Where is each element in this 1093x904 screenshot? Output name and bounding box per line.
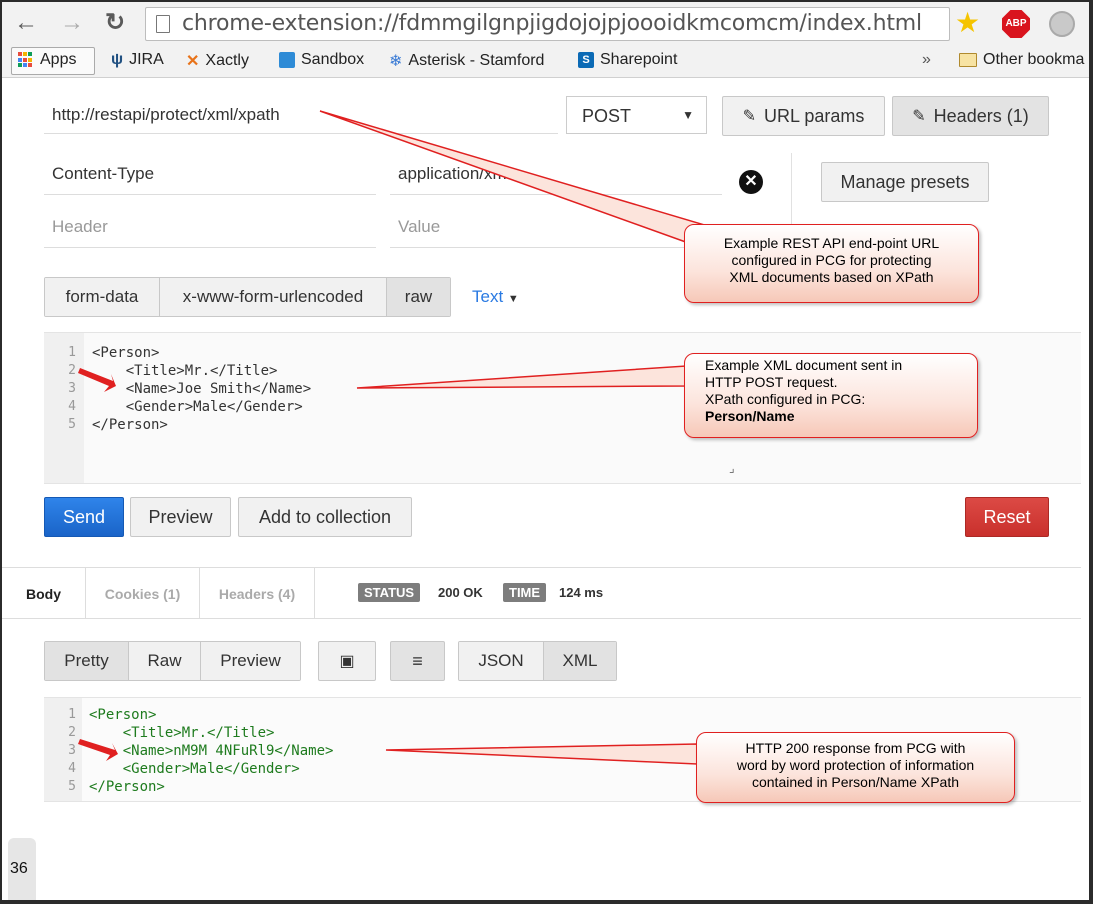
url-callout-pointer: [319, 110, 709, 252]
response-callout: HTTP 200 response from PCG with word by …: [696, 732, 1015, 803]
callout-line-bold: Person/Name: [705, 408, 795, 424]
callout-line: HTTP 200 response from PCG with: [745, 740, 966, 756]
callout-line: Example XML document sent in: [705, 357, 903, 373]
callout-line: configured in PCG for protecting: [731, 252, 932, 268]
callout-line: XPath configured in PCG:: [705, 391, 866, 407]
callout-line: word by word protection of information: [736, 757, 975, 773]
url-callout: Example REST API end-point URL configure…: [684, 224, 979, 303]
request-arrow-icon: [78, 368, 116, 392]
response-callout-pointer: [385, 743, 698, 765]
callout-line: HTTP POST request.: [705, 374, 838, 390]
xml-callout: Example XML document sent in HTTP POST r…: [684, 353, 978, 438]
response-arrow-icon: [78, 739, 118, 761]
callout-line: Example REST API end-point URL: [723, 235, 940, 251]
callout-line: contained in Person/Name XPath: [751, 774, 959, 790]
xml-callout-pointer: [356, 365, 687, 389]
callout-line: XML documents based on XPath: [729, 269, 934, 285]
